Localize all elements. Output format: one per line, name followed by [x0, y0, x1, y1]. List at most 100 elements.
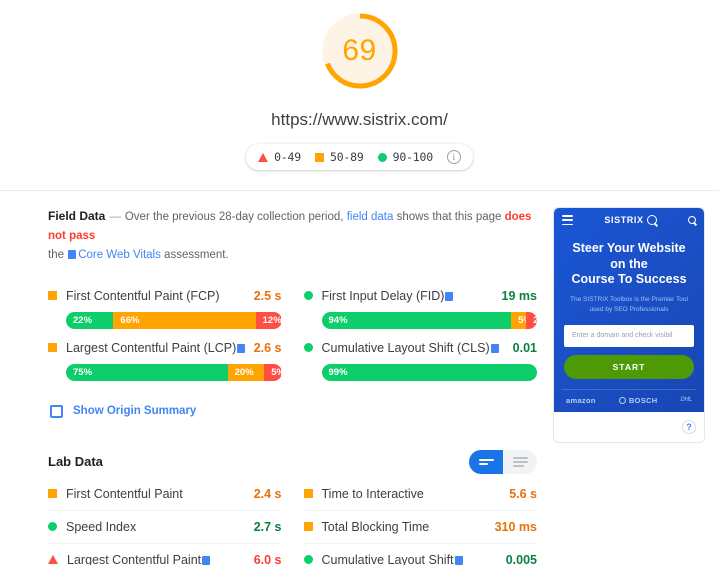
lab-row-time-to-interactive[interactable]: Time to Interactive 5.6 s	[303, 478, 537, 511]
core-web-vitals-icon	[202, 555, 211, 565]
field-metric-cls-distribution: 99%	[321, 363, 537, 381]
circle-icon	[48, 522, 57, 532]
distribution-segment-good: 99%	[321, 363, 537, 381]
advertisement-start-button[interactable]: START	[564, 354, 694, 379]
score-legend: 0-49 50-89 90-100 i	[246, 144, 473, 170]
field-metric-fcp-value: 2.5 s	[253, 288, 282, 303]
advertisement-footer: ?	[554, 411, 704, 442]
lab-row-text: Largest Contentful Paint	[67, 552, 202, 565]
lab-row-text: Cumulative Layout Shift	[321, 552, 454, 565]
hamburger-menu-icon[interactable]	[562, 215, 573, 226]
advertisement-headline-line2: on the	[610, 256, 648, 271]
core-web-vitals-icon	[68, 249, 77, 259]
field-metric-lcp: Largest Contentful Paint (LCP) 2.6 s 75%…	[48, 335, 282, 383]
advertisement-brand: SISTRIX	[604, 215, 657, 226]
advertisement-subline: The SISTRIX Toolbox is the Premier Tool …	[562, 295, 696, 315]
advertisement-domain-input[interactable]: Enter a domain and check visibil	[564, 324, 694, 347]
field-data-link[interactable]: field data	[347, 211, 394, 223]
description-dash: —	[109, 211, 121, 223]
lab-view-toggle[interactable]	[469, 449, 537, 474]
segment-label: 66%	[120, 314, 140, 326]
origin-summary-checkbox[interactable]	[50, 404, 63, 418]
field-metrics-grid: First Contentful Paint (FCP) 2.5 s 22% 6…	[48, 283, 537, 383]
help-icon[interactable]: ?	[682, 419, 696, 434]
search-icon[interactable]	[688, 216, 696, 225]
segment-label: 22%	[73, 314, 93, 326]
circle-icon	[377, 152, 387, 162]
lab-row-value: 6.0 s	[253, 552, 282, 565]
advertisement-banner[interactable]: SISTRIX Steer Your Website on the Course…	[554, 208, 704, 412]
segment-label: 2%	[533, 314, 537, 326]
description-text-3: the	[48, 248, 68, 261]
field-metric-fid-header: First Input Delay (FID) 19 ms	[303, 288, 537, 303]
description-text-4: assessment.	[160, 248, 229, 261]
lab-row-total-blocking-time[interactable]: Total Blocking Time 310 ms	[303, 511, 537, 544]
advertisement-card[interactable]: SISTRIX Steer Your Website on the Course…	[553, 207, 705, 443]
lab-row-speed-index[interactable]: Speed Index 2.7 s	[48, 511, 282, 544]
lab-row-first-contentful-paint[interactable]: First Contentful Paint 2.4 s	[48, 478, 282, 511]
field-metric-fcp-label: First Contentful Paint (FCP)	[66, 288, 220, 303]
legend-item-good: 90-100	[377, 150, 434, 164]
square-icon	[303, 489, 313, 499]
show-origin-summary-row[interactable]: Show Origin Summary	[50, 404, 537, 418]
field-metric-lcp-text: Largest Contentful Paint (LCP)	[66, 340, 237, 355]
lab-row-value: 2.7 s	[253, 519, 282, 534]
lab-row-label: Time to Interactive	[321, 486, 424, 501]
distribution-segment-poor: 12%	[255, 311, 282, 329]
advertisement-headline-line1: Steer Your Website	[572, 241, 686, 256]
list-view-icon[interactable]	[469, 449, 503, 474]
segment-label: 94%	[328, 314, 348, 326]
report-main-column: Field Data — Over the previous 28-day coll…	[0, 207, 553, 565]
core-web-vitals-icon	[454, 555, 463, 565]
legend-label-good: 90-100	[392, 150, 434, 164]
segment-label: 20%	[234, 366, 254, 378]
core-web-vitals-icon	[237, 343, 246, 353]
field-metric-fid-text: First Input Delay (FID)	[321, 288, 445, 303]
square-icon	[48, 343, 57, 353]
lab-row-value: 310 ms	[494, 519, 537, 534]
core-web-vitals-link[interactable]: Core Web Vitals	[78, 249, 161, 261]
field-metric-lcp-header: Largest Contentful Paint (LCP) 2.6 s	[48, 341, 282, 355]
lab-row-label: First Contentful Paint	[66, 486, 183, 501]
segment-label: 75%	[73, 366, 93, 378]
lab-row-value: 5.6 s	[509, 486, 537, 501]
info-icon[interactable]: i	[446, 150, 461, 164]
segment-label: 5%	[271, 366, 281, 378]
distribution-segment-average: 66%	[113, 311, 256, 329]
lab-row-largest-contentful-paint[interactable]: Largest Contentful Paint 6.0 s	[48, 544, 282, 565]
advertisement-topbar: SISTRIX	[562, 215, 696, 226]
circle-icon	[303, 343, 313, 353]
legend-item-poor: 0-49	[258, 150, 301, 164]
advertisement-brand-label: SISTRIX	[604, 215, 644, 226]
field-metric-fid-label: First Input Delay (FID)	[322, 289, 502, 303]
lab-row-label: Largest Contentful Paint	[67, 553, 254, 565]
field-metric-cls-value: 0.01	[512, 340, 537, 355]
field-metric-fid-value: 19 ms	[501, 288, 537, 303]
score-value: 69	[342, 34, 377, 67]
detail-view-icon[interactable]	[503, 449, 537, 474]
field-data-title: Field Data	[48, 209, 106, 223]
field-metric-cls-header: Cumulative Layout Shift (CLS) 0.01	[303, 340, 537, 355]
triangle-icon	[258, 152, 269, 162]
square-icon	[303, 522, 313, 532]
lab-row-cumulative-layout-shift[interactable]: Cumulative Layout Shift 0.005	[303, 544, 537, 565]
field-metric-cls: Cumulative Layout Shift (CLS) 0.01 99%	[303, 335, 537, 383]
report-header: 69 https://www.sistrix.com/ 0-49 50-89 9…	[0, 0, 719, 191]
square-icon	[48, 489, 57, 499]
lab-row-label: Total Blocking Time	[321, 519, 430, 534]
distribution-segment-average: 5%	[511, 311, 532, 329]
distribution-segment-good: 94%	[321, 311, 512, 329]
distribution-segment-good: 22%	[66, 311, 114, 329]
square-icon	[314, 152, 324, 162]
lab-data-grid: First Contentful Paint 2.4 s Time to Int…	[48, 478, 537, 565]
triangle-icon	[48, 555, 58, 565]
legend-label-poor: 0-49	[274, 150, 301, 164]
field-metric-fcp-header: First Contentful Paint (FCP) 2.5 s	[48, 289, 282, 303]
core-web-vitals-icon	[490, 343, 499, 353]
performance-score-gauge[interactable]: 69	[317, 8, 403, 94]
origin-summary-label[interactable]: Show Origin Summary	[73, 405, 196, 417]
core-web-vitals-icon	[445, 291, 454, 301]
advertisement-subline-2: used by SEO Professionals	[589, 305, 669, 313]
dhl-logo: DHL	[680, 397, 693, 404]
score-legend-wrapper: 0-49 50-89 90-100 i	[0, 144, 719, 170]
